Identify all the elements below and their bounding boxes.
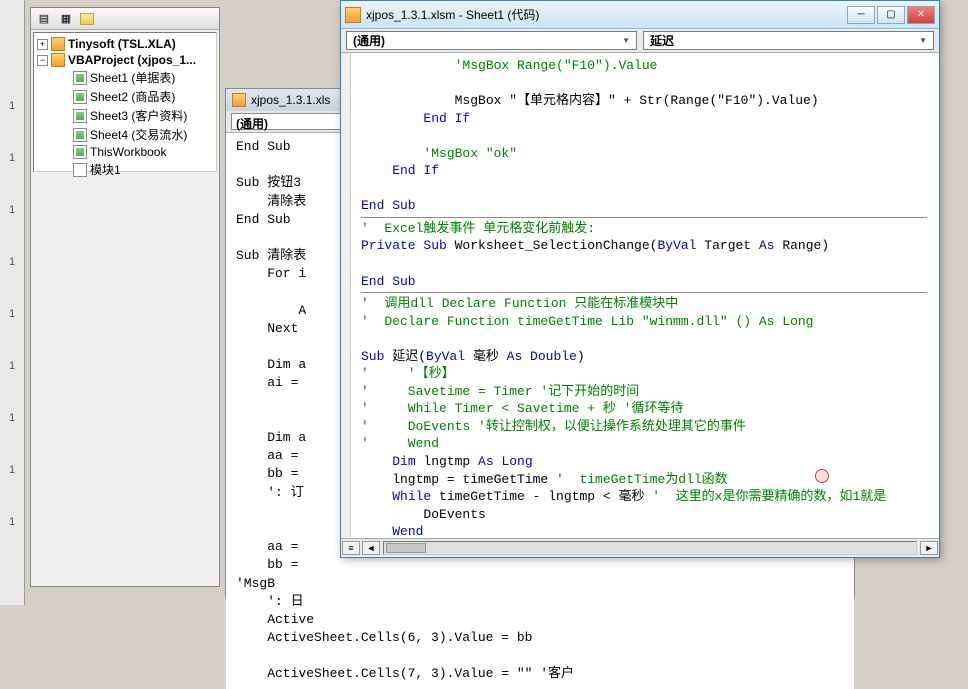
- tree-label: Sheet4 (交易流水): [90, 126, 187, 143]
- tree-project-tinysoft[interactable]: + Tinysoft (TSL.XLA): [37, 36, 213, 52]
- sheet-icon: [73, 128, 87, 142]
- tree-project-vba[interactable]: − VBAProject (xjpos_1...: [37, 52, 213, 68]
- tree-label: ThisWorkbook: [90, 145, 166, 159]
- code-editor[interactable]: 'MsgBox Range("F10").Value MsgBox "【单元格内…: [341, 53, 939, 538]
- chevron-down-icon: ▼: [622, 36, 630, 45]
- close-button[interactable]: ✕: [907, 6, 935, 24]
- view-code-icon[interactable]: ▤: [36, 11, 52, 27]
- titlebar[interactable]: xjpos_1.3.1.xlsm - Sheet1 (代码) ─ ▢ ✕: [341, 1, 939, 29]
- sheet-icon: [73, 109, 87, 123]
- folder-icon[interactable]: [80, 13, 94, 25]
- view-object-icon[interactable]: ▦: [58, 11, 74, 27]
- bottom-bar: ≡ ◄ ►: [341, 538, 939, 556]
- minimize-button[interactable]: ─: [847, 6, 875, 24]
- chevron-down-icon: ▼: [919, 36, 927, 45]
- collapse-icon[interactable]: −: [37, 55, 48, 66]
- row-gutter: 111111111: [0, 0, 25, 605]
- full-module-view-button[interactable]: ◄: [362, 541, 380, 555]
- procedure-dropdown[interactable]: 延迟 ▼: [643, 31, 934, 50]
- project-icon: [51, 53, 65, 67]
- expand-icon[interactable]: +: [37, 39, 48, 50]
- procedure-view-button[interactable]: ≡: [342, 541, 360, 555]
- window-title: xjpos_1.3.1.xlsm - Sheet1 (代码): [366, 6, 847, 23]
- tree-label: 模块1: [90, 161, 121, 178]
- tree-sheet4[interactable]: Sheet4 (交易流水): [37, 125, 213, 144]
- tree-module1[interactable]: 模块1: [37, 160, 213, 179]
- tree-sheet3[interactable]: Sheet3 (客户资料): [37, 106, 213, 125]
- horizontal-scrollbar[interactable]: [383, 541, 917, 555]
- dropdown-bar: (通用) ▼ 延迟 ▼: [341, 29, 939, 53]
- tree-toolbar: ▤ ▦: [31, 8, 219, 30]
- project-icon: [51, 37, 65, 51]
- sheet-icon: [73, 90, 87, 104]
- sheet-icon: [73, 71, 87, 85]
- project-tree[interactable]: + Tinysoft (TSL.XLA) − VBAProject (xjpos…: [33, 32, 217, 172]
- scroll-right-button[interactable]: ►: [920, 541, 938, 555]
- window-icon: [345, 7, 361, 23]
- code-gutter: [341, 53, 351, 538]
- code-window-main: xjpos_1.3.1.xlsm - Sheet1 (代码) ─ ▢ ✕ (通用…: [340, 0, 940, 558]
- tree-label: Sheet1 (单据表): [90, 69, 175, 86]
- dropdown-value: (通用): [353, 32, 385, 49]
- project-explorer: ▤ ▦ + Tinysoft (TSL.XLA) − VBAProject (x…: [30, 7, 220, 587]
- module-icon: [73, 163, 87, 177]
- dropdown-value: 延迟: [650, 32, 674, 49]
- tree-label: Tinysoft (TSL.XLA): [68, 37, 176, 51]
- back-title-text: xjpos_1.3.1.xls: [251, 93, 330, 107]
- tree-label: Sheet2 (商品表): [90, 88, 175, 105]
- object-dropdown[interactable]: (通用) ▼: [346, 31, 637, 50]
- scroll-thumb[interactable]: [386, 543, 426, 553]
- tree-label: Sheet3 (客户资料): [90, 107, 187, 124]
- tree-sheet2[interactable]: Sheet2 (商品表): [37, 87, 213, 106]
- tree-thisworkbook[interactable]: ThisWorkbook: [37, 144, 213, 160]
- window-icon: [232, 93, 246, 107]
- tree-label: VBAProject (xjpos_1...: [68, 53, 196, 67]
- maximize-button[interactable]: ▢: [877, 6, 905, 24]
- tree-sheet1[interactable]: Sheet1 (单据表): [37, 68, 213, 87]
- workbook-icon: [73, 145, 87, 159]
- cursor-marker: [815, 469, 829, 483]
